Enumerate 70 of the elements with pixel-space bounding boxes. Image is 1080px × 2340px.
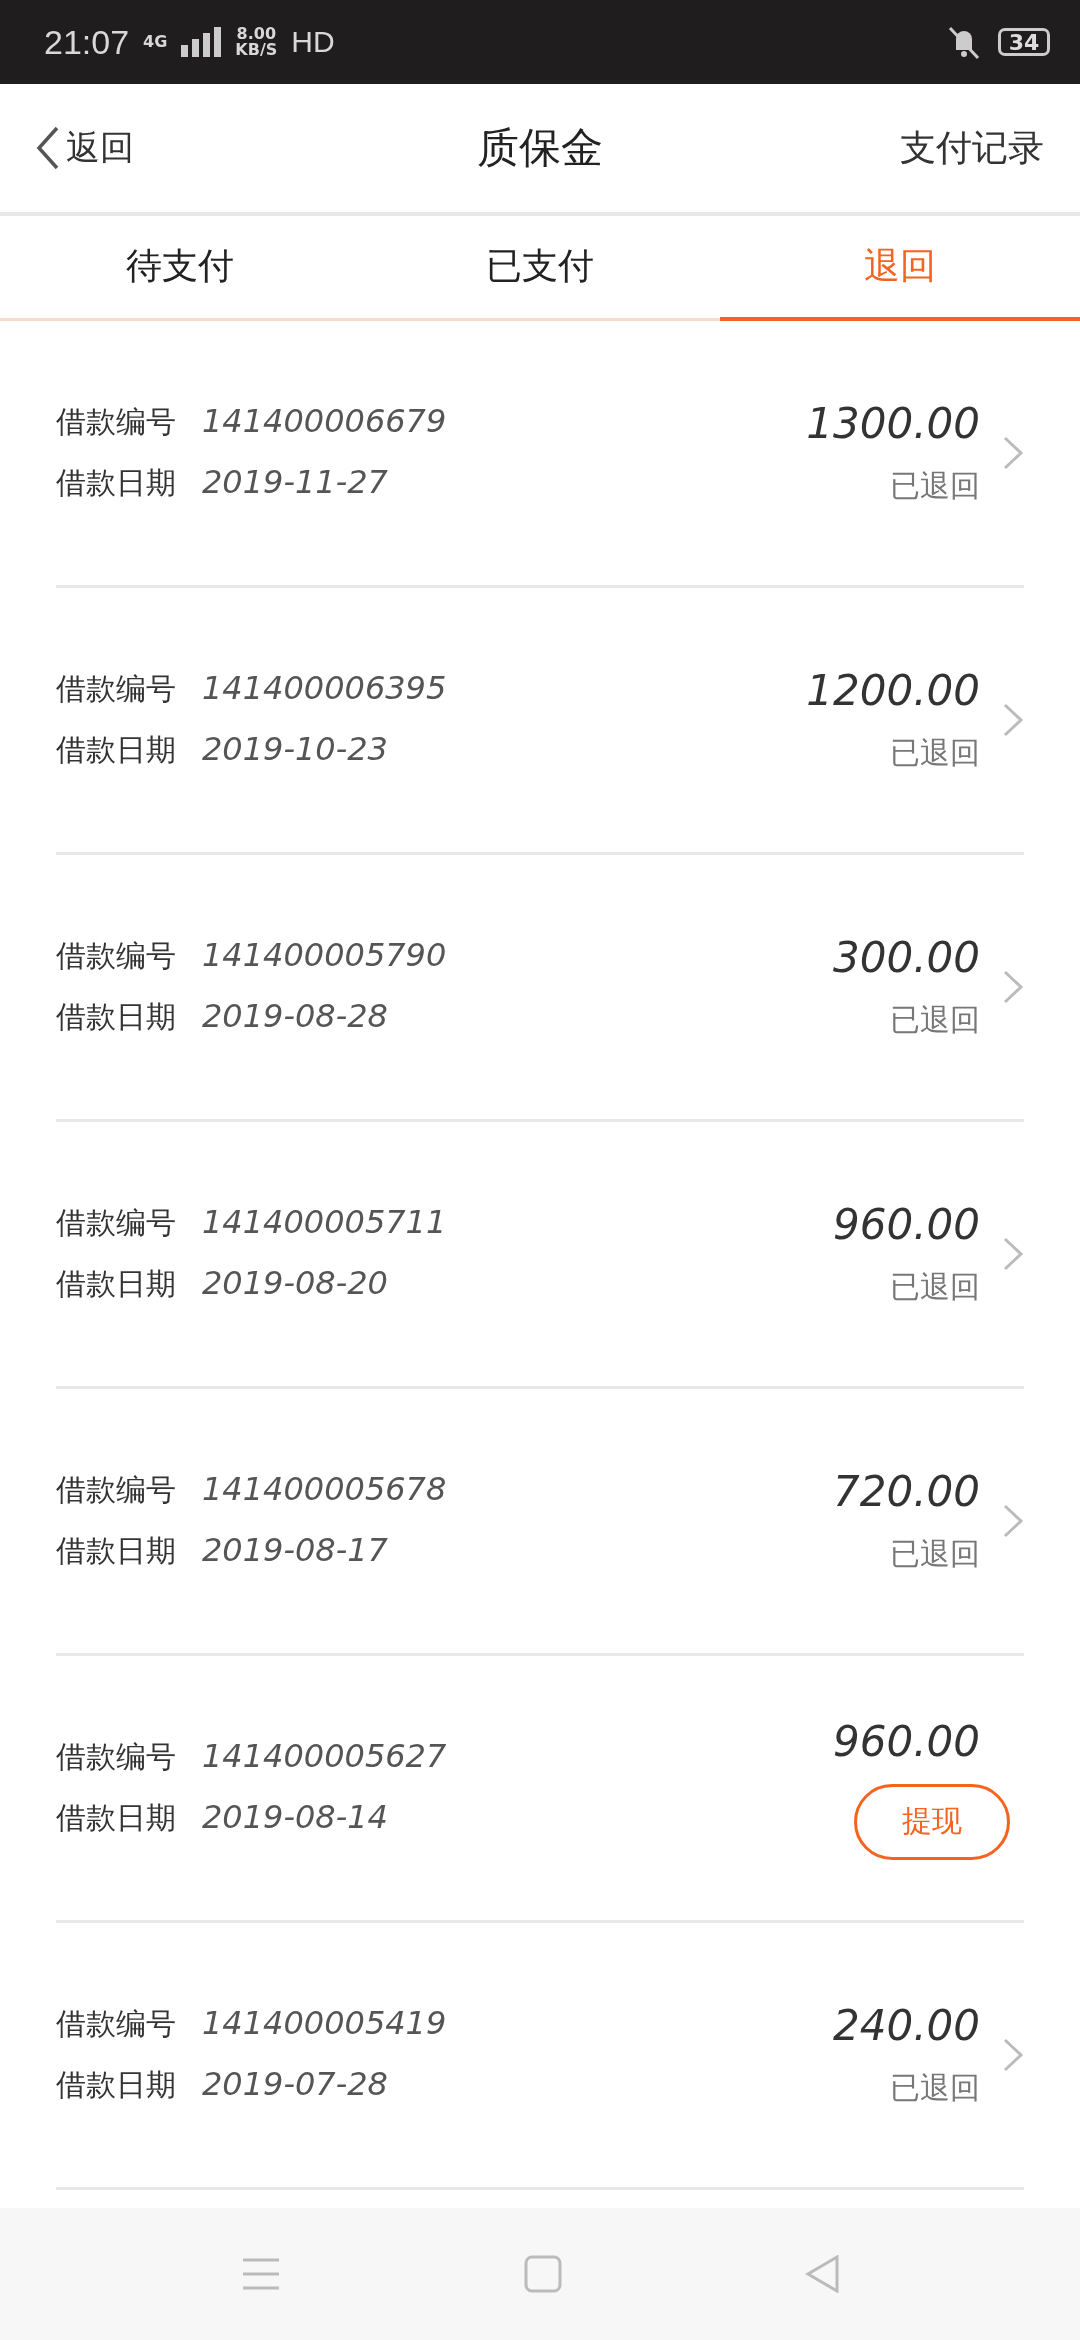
- field-label: 借款日期: [56, 1265, 176, 1303]
- chevron-left-icon: [36, 126, 60, 170]
- status-text: 已退回: [890, 1268, 980, 1306]
- menu-icon[interactable]: [241, 2257, 282, 2291]
- payment-records-link[interactable]: 支付记录: [900, 123, 1044, 173]
- signal-icon: [181, 27, 222, 57]
- loan-date: 2019-11-27: [202, 463, 388, 501]
- chevron-right-icon: [1002, 702, 1024, 738]
- loan-row[interactable]: 借款编号 141400006679 借款日期 2019-11-27 1300.00 已退回: [56, 321, 1024, 588]
- field-label: 借款日期: [56, 998, 176, 1036]
- status-text: 已退回: [890, 734, 980, 772]
- status-text: 已退回: [890, 2069, 980, 2107]
- page-title: 质保金: [477, 122, 603, 174]
- amount: 1200.00: [806, 666, 980, 715]
- tab[interactable]: 已支付: [360, 216, 720, 321]
- status-time: 21:07: [44, 22, 130, 62]
- amount: 960.00: [833, 1716, 980, 1766]
- field-label: 借款日期: [56, 464, 176, 502]
- field-label: 借款编号: [56, 937, 176, 975]
- amount: 720.00: [833, 1467, 980, 1516]
- amount: 300.00: [833, 933, 980, 982]
- loan-row[interactable]: 借款编号 141400005678 借款日期 2019-08-17 720.00 已退回: [56, 1389, 1024, 1656]
- battery-icon: 34: [998, 28, 1050, 56]
- loan-number: 141400005627: [202, 1737, 447, 1775]
- speed-unit: KB/S: [235, 42, 278, 58]
- field-label: 借款编号: [56, 1471, 176, 1509]
- field-label: 借款编号: [56, 1204, 176, 1242]
- loan-date: 2019-08-14: [202, 1798, 388, 1836]
- loan-date: 2019-08-20: [202, 1264, 388, 1302]
- loan-row[interactable]: 借款编号 141400005419 借款日期 2019-07-28 240.00 已退回: [56, 1923, 1024, 2190]
- chevron-right-icon: [1002, 435, 1024, 471]
- loan-number: 141400005790: [202, 936, 447, 974]
- amount: 240.00: [833, 2001, 980, 2050]
- loan-number: 141400006395: [202, 669, 447, 707]
- amount: 1300.00: [806, 399, 980, 448]
- loan-number: 141400005711: [202, 1203, 447, 1241]
- speed-value: 8.00: [236, 26, 277, 42]
- field-label: 借款日期: [56, 2066, 176, 2104]
- status-text: 已退回: [890, 1001, 980, 1039]
- loan-number: 141400005678: [202, 1470, 447, 1508]
- network-type: 4G: [143, 34, 168, 50]
- field-label: 借款编号: [56, 2005, 176, 2043]
- status-text: 已退回: [890, 1535, 980, 1573]
- amount: 960.00: [833, 1200, 980, 1249]
- field-label: 借款日期: [56, 731, 176, 769]
- loan-number: 141400006679: [202, 402, 447, 440]
- tab[interactable]: 待支付: [0, 216, 360, 321]
- chevron-right-icon: [1002, 1503, 1024, 1539]
- chevron-right-icon: [1002, 969, 1024, 1005]
- back-icon[interactable]: [804, 2255, 839, 2293]
- back-button[interactable]: 返回: [36, 125, 134, 171]
- field-label: 借款编号: [56, 670, 176, 708]
- home-icon[interactable]: [524, 2255, 562, 2293]
- field-label: 借款日期: [56, 1532, 176, 1570]
- loan-date: 2019-07-28: [202, 2065, 388, 2103]
- field-label: 借款日期: [56, 1799, 176, 1837]
- loan-date: 2019-10-23: [202, 730, 388, 768]
- hd-indicator: HD: [291, 25, 335, 59]
- loan-row[interactable]: 借款编号 141400005790 借款日期 2019-08-28 300.00 已退回: [56, 855, 1024, 1122]
- loan-row[interactable]: 借款编号 141400005627 借款日期 2019-08-14 960.00 提现: [56, 1656, 1024, 1923]
- chevron-right-icon: [1002, 2037, 1024, 2073]
- field-label: 借款编号: [56, 403, 176, 441]
- loan-row[interactable]: 借款编号 141400005711 借款日期 2019-08-20 960.00 已退回: [56, 1122, 1024, 1389]
- loan-date: 2019-08-17: [202, 1531, 388, 1569]
- loan-number: 141400005419: [202, 2004, 447, 2042]
- chevron-right-icon: [1002, 1236, 1024, 1272]
- status-text: 已退回: [890, 467, 980, 505]
- loan-date: 2019-08-28: [202, 997, 388, 1035]
- field-label: 借款编号: [56, 1738, 176, 1776]
- loan-row[interactable]: 借款编号 141400006395 借款日期 2019-10-23 1200.00 已退回: [56, 588, 1024, 855]
